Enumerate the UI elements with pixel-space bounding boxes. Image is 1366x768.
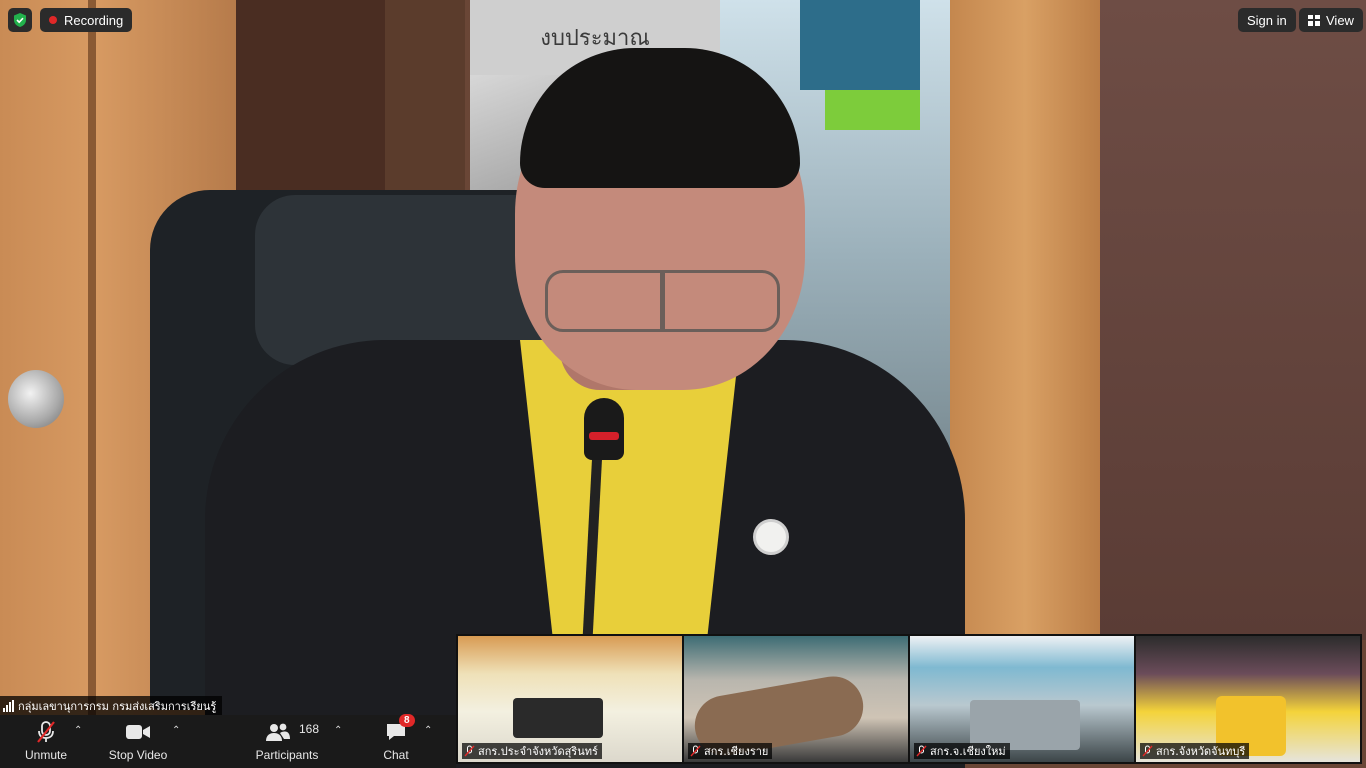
participants-button[interactable]: 168 Participants: [250, 715, 324, 768]
chat-options-chevron-icon[interactable]: ⌃: [424, 725, 432, 736]
recording-indicator[interactable]: Recording: [40, 8, 133, 32]
microphone-muted-icon: [690, 745, 701, 757]
meeting-toolbar: Unmute ⌃ Stop Video ⌃ 168 Participants ⌃: [0, 714, 456, 768]
chat-button[interactable]: 8 Chat: [376, 714, 416, 768]
chat-unread-badge: 8: [399, 714, 415, 727]
active-speaker-label: กลุ่มเลขานุการกรม กรมส่งเสริมการเรียนรู้: [0, 696, 223, 715]
shield-check-icon: [14, 13, 26, 27]
speaker-name: กลุ่มเลขานุการกรม กรมส่งเสริมการเรียนรู้: [18, 699, 217, 713]
microphone-muted-icon: [916, 745, 927, 757]
video-camera-icon: [126, 725, 150, 739]
view-button[interactable]: View: [1299, 8, 1363, 32]
recording-dot-icon: [49, 16, 57, 24]
unmute-button[interactable]: Unmute: [18, 715, 74, 768]
stop-video-label: Stop Video: [108, 748, 168, 762]
participant-name: สกร.จังหวัดจันทบุรี: [1156, 745, 1246, 758]
security-badge[interactable]: [8, 8, 32, 32]
participant-name: สกร.จ.เชียงใหม่: [930, 745, 1006, 758]
participant-name: สกร.เชียงราย: [704, 745, 769, 758]
speaker-glasses: [545, 270, 780, 332]
participants-icon: [266, 723, 290, 741]
microphone-muted-icon: [1142, 745, 1153, 757]
thumbnail-label: สกร.เชียงราย: [688, 743, 773, 759]
view-label: View: [1326, 12, 1354, 28]
sign-in-button[interactable]: Sign in: [1238, 8, 1296, 32]
participants-label: Participants: [255, 748, 319, 762]
door-knob: [8, 370, 64, 428]
participant-thumbnail[interactable]: สกร.จังหวัดจันทบุรี: [1136, 636, 1360, 762]
sign-in-label: Sign in: [1247, 12, 1287, 28]
participants-options-chevron-icon[interactable]: ⌃: [334, 725, 342, 736]
participant-thumbnail-strip: สกร.ประจำจังหวัดสุรินทร์ สกร.เชียงราย สก…: [456, 634, 1362, 764]
thumbnail-label: สกร.จ.เชียงใหม่: [914, 743, 1010, 759]
stop-video-button[interactable]: Stop Video: [104, 715, 172, 768]
grid-view-icon: [1308, 14, 1320, 26]
participant-name: สกร.ประจำจังหวัดสุรินทร์: [478, 745, 598, 758]
participant-thumbnail[interactable]: สกร.เชียงราย: [684, 636, 908, 762]
microphone: [584, 398, 624, 460]
thumbnail-label: สกร.จังหวัดจันทบุรี: [1140, 743, 1250, 759]
microphone-muted-icon: [37, 721, 55, 743]
unmute-label: Unmute: [24, 748, 68, 762]
recording-label: Recording: [64, 12, 124, 28]
signal-strength-icon: [3, 699, 14, 712]
participant-thumbnail[interactable]: สกร.จ.เชียงใหม่: [910, 636, 1134, 762]
audio-options-chevron-icon[interactable]: ⌃: [74, 725, 82, 736]
lapel-pin: [753, 519, 789, 555]
thumbnail-label: สกร.ประจำจังหวัดสุรินทร์: [462, 743, 602, 759]
video-options-chevron-icon[interactable]: ⌃: [172, 725, 180, 736]
chat-label: Chat: [383, 748, 409, 762]
microphone-muted-icon: [464, 745, 475, 757]
participant-thumbnail[interactable]: สกร.ประจำจังหวัดสุรินทร์: [458, 636, 682, 762]
participants-count: 168: [299, 722, 320, 736]
